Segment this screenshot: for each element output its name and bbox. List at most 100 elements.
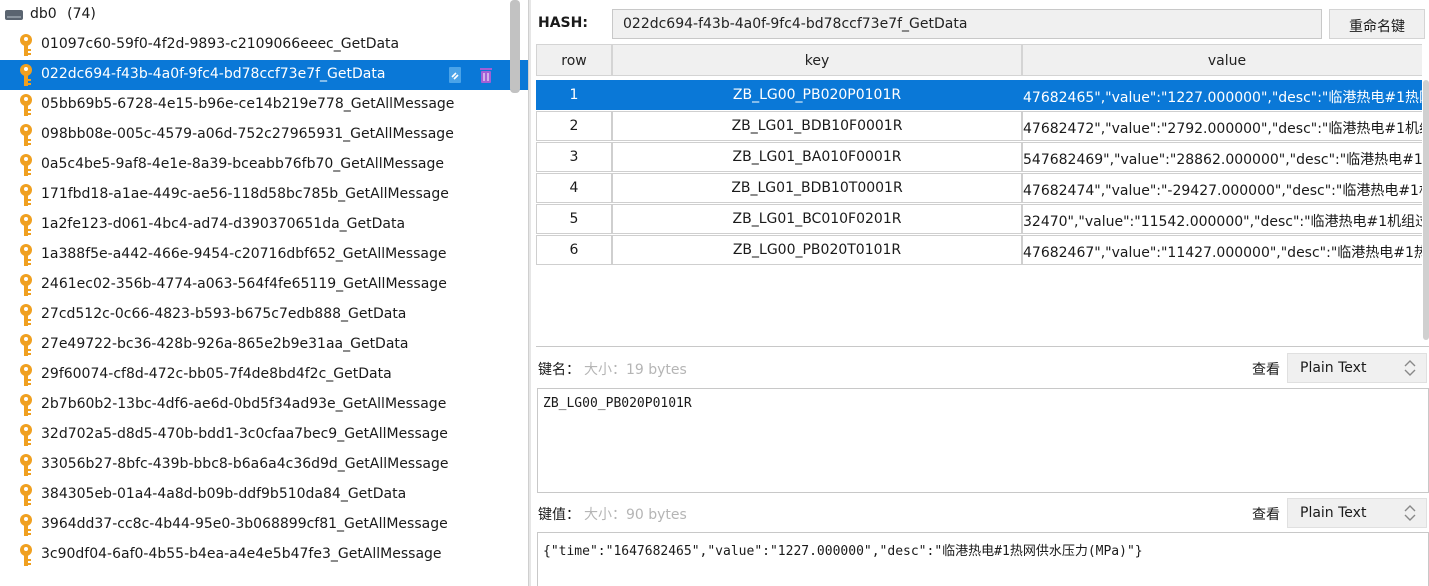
key-item-label: 01097c60-59f0-4f2d-9893-c2109066eeec_Get… (41, 36, 400, 52)
column-header-row[interactable]: row (536, 44, 612, 76)
cell-key[interactable]: ZB_LG00_PB020P0101R (612, 80, 1022, 110)
key-view-label: 查看 (1252, 362, 1280, 378)
tree-scrollbar[interactable] (510, 0, 520, 93)
key-item[interactable]: 1a388f5e-a442-466e-9454-c20716dbf652_Get… (0, 240, 528, 270)
key-item-label: 33056b27-8bfc-439b-bbc8-b6a6a4c36d9d_Get… (41, 456, 449, 472)
key-icon (20, 364, 32, 386)
key-item[interactable]: 0a5c4be5-9af8-4e1e-8a39-bceabb76fb70_Get… (0, 150, 528, 180)
cell-row[interactable]: 5 (536, 204, 612, 234)
key-item-label: 3964dd37-cc8c-4b44-95e0-3b068899cf81_Get… (41, 516, 448, 532)
key-icon (20, 184, 32, 206)
db-name: db0 (30, 6, 57, 22)
key-item[interactable]: 05bb69b5-6728-4e15-b96e-ce14b219e778_Get… (0, 90, 528, 120)
column-header-key[interactable]: key (612, 44, 1022, 76)
key-item[interactable]: 33056b27-8bfc-439b-bbc8-b6a6a4c36d9d_Get… (0, 450, 528, 480)
key-name-label: 键名： (538, 362, 580, 378)
key-icon (20, 424, 32, 446)
db-label: db0 (74) (30, 6, 96, 22)
key-icon (20, 244, 32, 266)
key-icon (20, 394, 32, 416)
key-name-label-group: 键名： 大小：19 bytes (538, 359, 687, 379)
key-icon (20, 274, 32, 296)
key-item[interactable]: 171fbd18-a1ae-449c-ae56-118d58bc785b_Get… (0, 180, 528, 210)
key-item[interactable]: 27e49722-bc36-428b-926a-865e2b9e31aa_Get… (0, 330, 528, 360)
value-label-group: 键值： 大小：90 bytes (538, 504, 687, 524)
key-format-select[interactable]: Plain Text (1287, 353, 1427, 383)
app-window: db0 (74) 01097c60-59f0-4f2d-9893-c210906… (0, 0, 1429, 586)
key-item[interactable]: 29f60074-cf8d-472c-bb05-7f4de8bd4f2c_Get… (0, 360, 528, 390)
key-item[interactable]: 022dc694-f43b-4a0f-9fc4-bd78ccf73e7f_Get… (0, 60, 528, 90)
cell-value[interactable]: 547682469","value":"28862.000000","desc"… (1022, 142, 1422, 172)
cell-row[interactable]: 4 (536, 173, 612, 203)
key-item[interactable]: 3964dd37-cc8c-4b44-95e0-3b068899cf81_Get… (0, 510, 528, 540)
key-item-label: 27e49722-bc36-428b-926a-865e2b9e31aa_Get… (41, 336, 409, 352)
key-icon (20, 484, 32, 506)
key-item[interactable]: 27cd512c-0c66-4823-b593-b675c7edb888_Get… (0, 300, 528, 330)
cell-value[interactable]: 47682474","value":"-29427.000000","desc"… (1022, 173, 1422, 203)
key-item-label: 1a388f5e-a442-466e-9454-c20716dbf652_Get… (41, 246, 447, 262)
panel-splitter[interactable] (528, 0, 531, 586)
key-item[interactable]: 01097c60-59f0-4f2d-9893-c2109066eeec_Get… (0, 30, 528, 60)
key-icon (20, 304, 32, 326)
key-item[interactable]: 32d702a5-d8d5-470b-bdd1-3c0cfaa7bec9_Get… (0, 420, 528, 450)
value-editor[interactable]: {"time":"1647682465","value":"1227.00000… (537, 532, 1429, 586)
key-icon (20, 124, 32, 146)
cell-value[interactable]: 32470","value":"11542.000000","desc":"临港… (1022, 204, 1422, 234)
key-item[interactable]: 2b7b60b2-13bc-4df6-ae6d-0bd5f34ad93e_Get… (0, 390, 528, 420)
value-format-select[interactable]: Plain Text (1287, 498, 1427, 528)
hash-table: row key value 1 ZB_LG00_PB020P0101R 476824… (536, 44, 1422, 344)
cell-row[interactable]: 1 (536, 80, 612, 110)
key-item[interactable]: 2461ec02-356b-4774-a063-564f4fe65119_Get… (0, 270, 528, 300)
cell-value[interactable]: 47682467","value":"11427.000000","desc":… (1022, 235, 1422, 265)
db-count: (74) (67, 6, 96, 22)
cell-row[interactable]: 3 (536, 142, 612, 172)
column-header-value[interactable]: value (1022, 44, 1422, 76)
key-item-label: 2b7b60b2-13bc-4df6-ae6d-0bd5f34ad93e_Get… (41, 396, 447, 412)
copy-icon[interactable] (445, 65, 465, 85)
key-item-label: 0a5c4be5-9af8-4e1e-8a39-bceabb76fb70_Get… (41, 156, 444, 172)
key-item-label: 022dc694-f43b-4a0f-9fc4-bd78ccf73e7f_Get… (41, 66, 386, 82)
db-node[interactable]: db0 (74) (0, 0, 510, 30)
cell-value[interactable]: 47682465","value":"1227.000000","desc":"… (1022, 80, 1422, 110)
key-icon (20, 334, 32, 356)
delete-icon[interactable] (476, 65, 496, 85)
key-item[interactable]: 1a2fe123-d061-4bc4-ad74-d390370651da_Get… (0, 210, 528, 240)
key-item-label: 05bb69b5-6728-4e15-b96e-ce14b219e778_Get… (41, 96, 455, 112)
value-size-text: 大小：90 bytes (584, 507, 687, 523)
key-item-label: 32d702a5-d8d5-470b-bdd1-3c0cfaa7bec9_Get… (41, 426, 448, 442)
key-icon (20, 454, 32, 476)
cell-value[interactable]: 47682472","value":"2792.000000","desc":"… (1022, 111, 1422, 141)
database-icon (5, 10, 23, 20)
editor-splitter[interactable] (536, 346, 1429, 347)
cell-row[interactable]: 6 (536, 235, 612, 265)
key-item[interactable]: 3c90df04-6af0-4b55-b4ea-a4e4e5b47fe3_Get… (0, 540, 528, 570)
updown-chevron-icon (1404, 505, 1416, 521)
updown-chevron-icon (1404, 360, 1416, 376)
value-label: 键值： (538, 507, 580, 523)
key-item-label: 2461ec02-356b-4774-a063-564f4fe65119_Get… (41, 276, 447, 292)
key-item[interactable]: 384305eb-01a4-4a8d-b09b-ddf9b510da84_Get… (0, 480, 528, 510)
hash-key-field[interactable]: 022dc694-f43b-4a0f-9fc4-bd78ccf73e7f_Get… (612, 9, 1322, 39)
rename-key-button[interactable]: 重命名键 (1329, 9, 1425, 39)
key-name-editor[interactable]: ZB_LG00_PB020P0101R (537, 388, 1429, 493)
key-icon (20, 94, 32, 116)
key-icon (20, 214, 32, 236)
key-item[interactable]: 098bb08e-005c-4579-a06d-752c27965931_Get… (0, 120, 528, 150)
key-icon (20, 514, 32, 536)
cell-key[interactable]: ZB_LG01_BDB10T0001R (612, 173, 1022, 203)
value-format-value: Plain Text (1300, 505, 1367, 521)
cell-key[interactable]: ZB_LG01_BC010F0201R (612, 204, 1022, 234)
key-size-text: 大小：19 bytes (584, 362, 687, 378)
cell-key[interactable]: ZB_LG01_BA010F0001R (612, 142, 1022, 172)
key-item-label: 27cd512c-0c66-4823-b593-b675c7edb888_Get… (41, 306, 407, 322)
hash-label: HASH: (538, 15, 588, 31)
key-item-label: 1a2fe123-d061-4bc4-ad74-d390370651da_Get… (41, 216, 406, 232)
cell-row[interactable]: 2 (536, 111, 612, 141)
key-icon (20, 154, 32, 176)
table-scrollbar[interactable] (1423, 80, 1429, 340)
cell-key[interactable]: ZB_LG01_BDB10F0001R (612, 111, 1022, 141)
cell-key[interactable]: ZB_LG00_PB020T0101R (612, 235, 1022, 265)
key-tree-panel: db0 (74) 01097c60-59f0-4f2d-9893-c210906… (0, 0, 528, 586)
key-icon (20, 34, 32, 56)
key-item-label: 171fbd18-a1ae-449c-ae56-118d58bc785b_Get… (41, 186, 449, 202)
